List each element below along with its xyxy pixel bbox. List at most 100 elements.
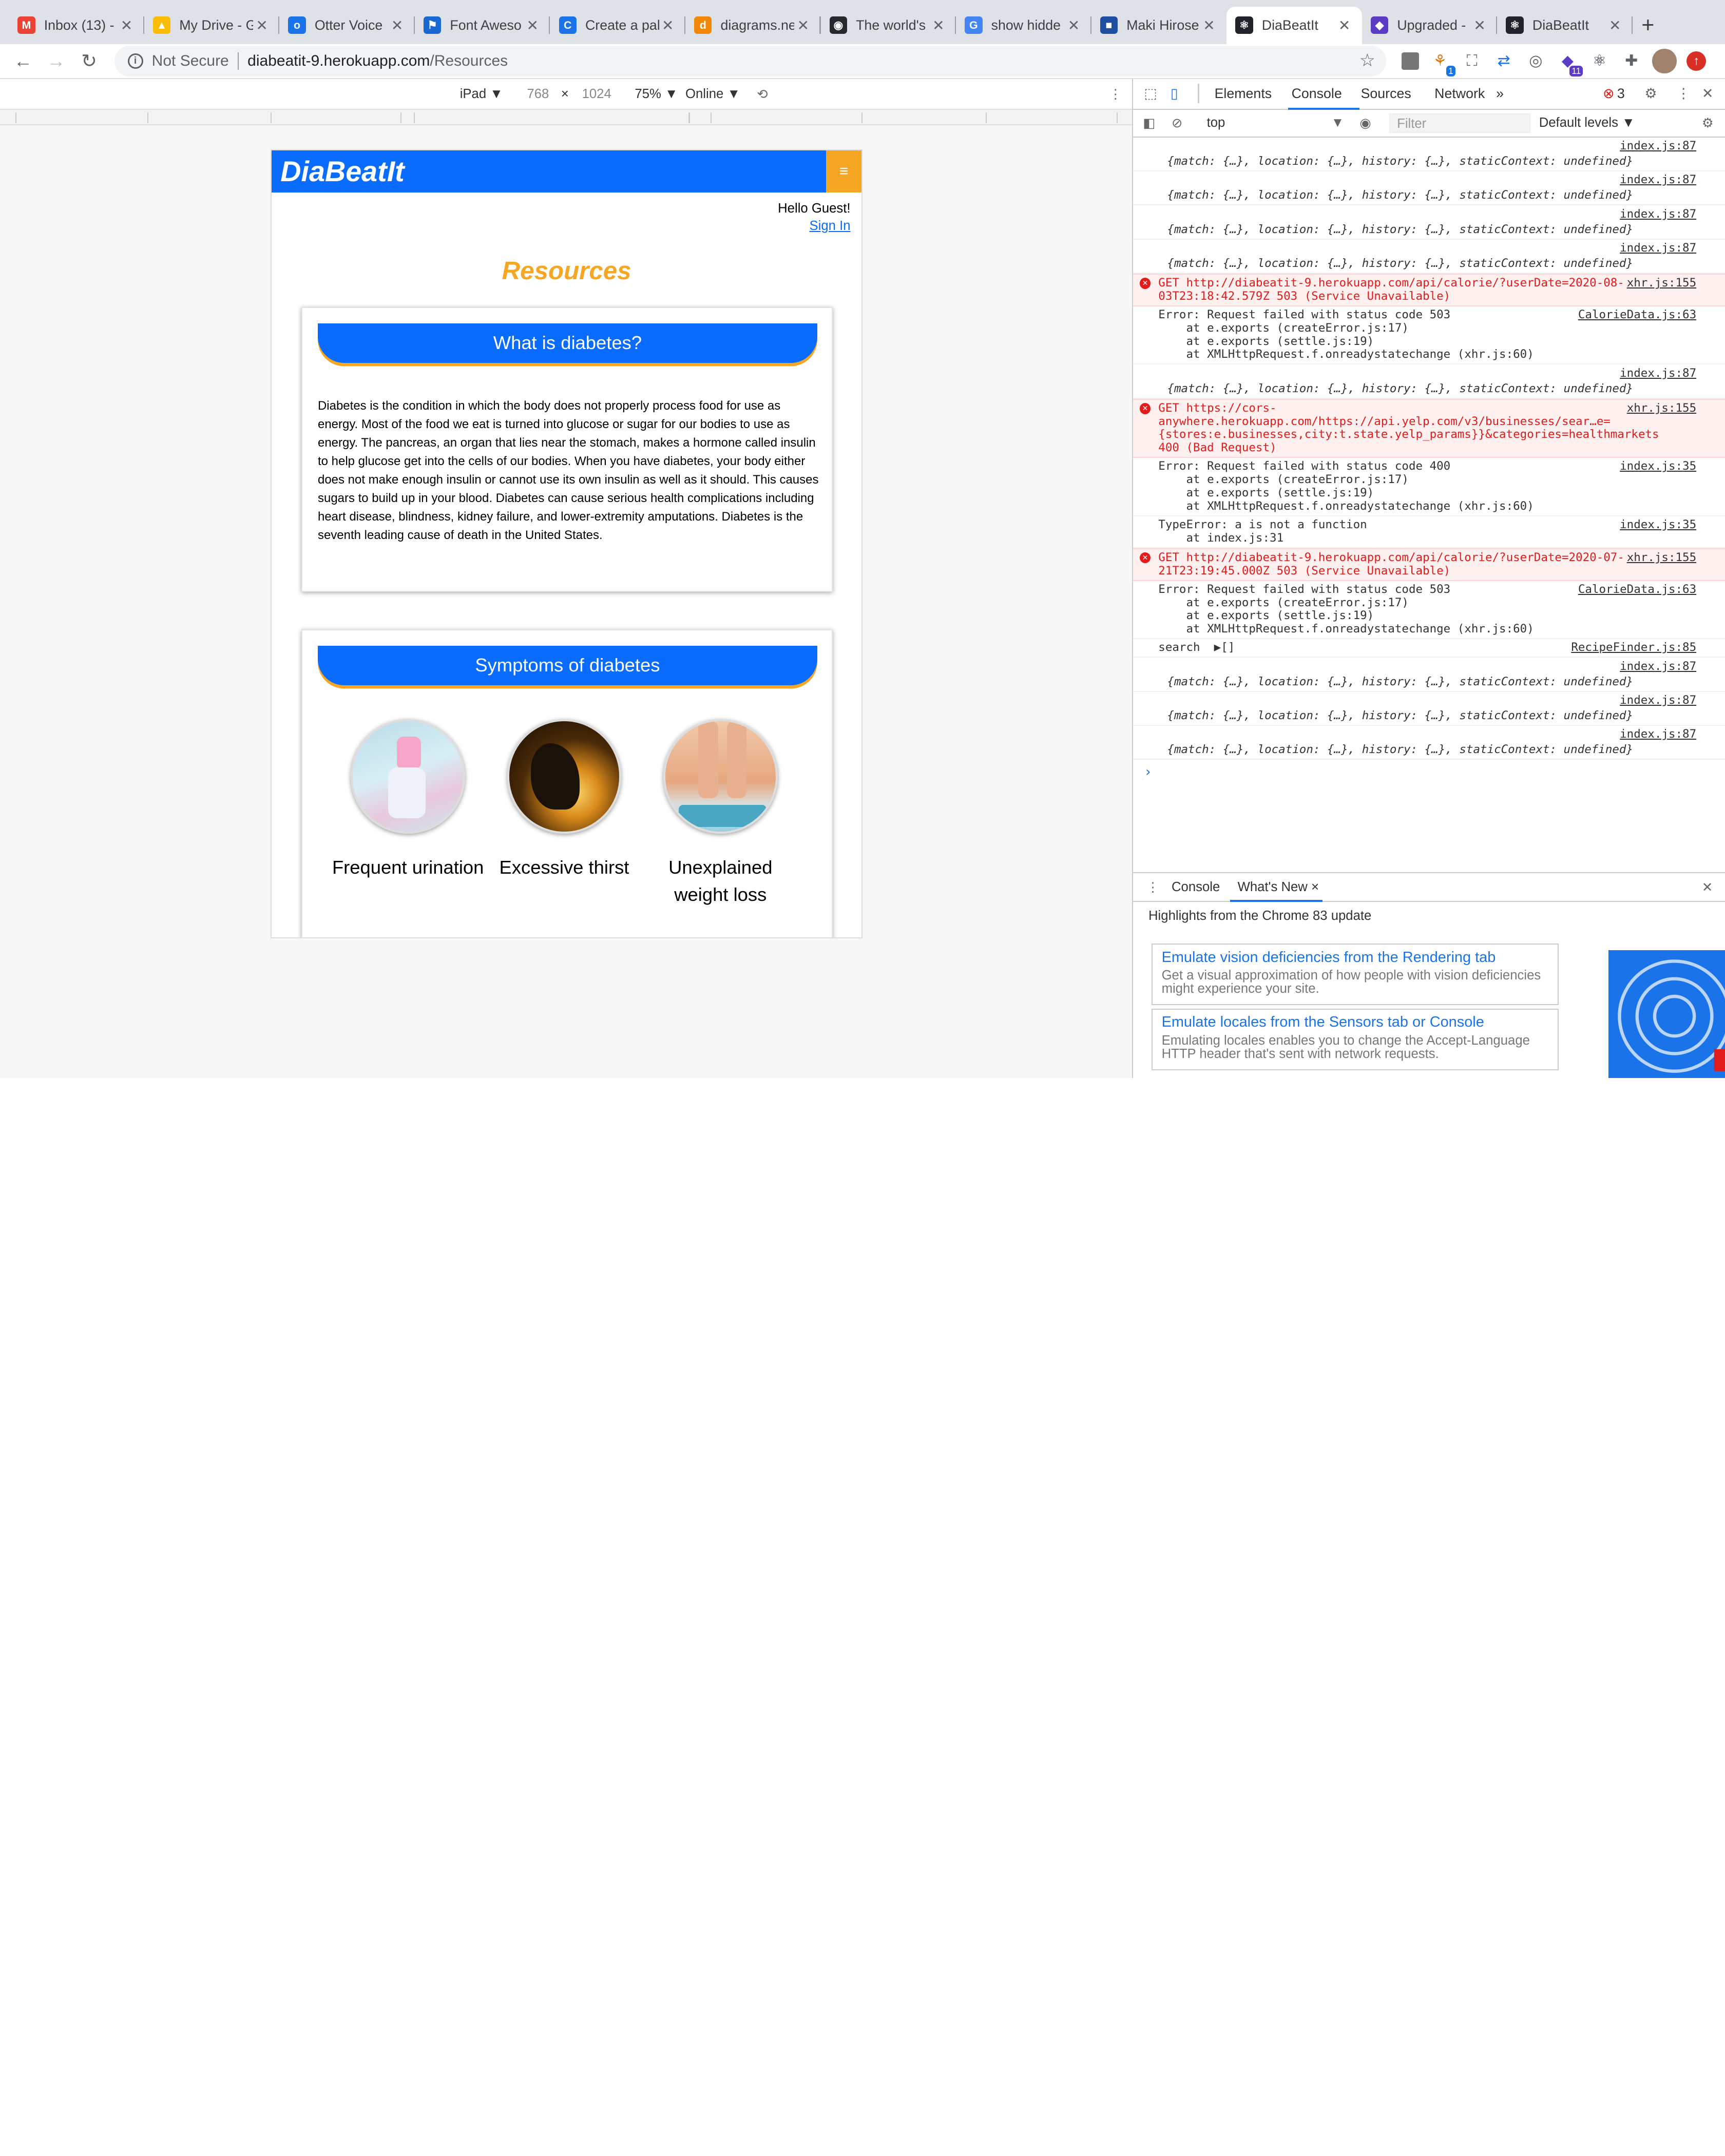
console-source-link[interactable]: xhr.js:155 bbox=[1627, 401, 1696, 415]
device-toolbar-toggle-icon[interactable]: ▯ bbox=[1171, 86, 1178, 102]
console-error-row[interactable]: ✕ xhr.js:155 GET http://diabeatit-9.heroku… bbox=[1133, 273, 1725, 306]
extension-share-icon[interactable]: ⚘ 1 bbox=[1429, 50, 1455, 76]
console-source-link[interactable]: index.js:35 bbox=[1620, 460, 1696, 473]
extension-icon[interactable] bbox=[1401, 52, 1420, 70]
whats-new-item[interactable]: Emulate locales from the Sensors tab or … bbox=[1152, 1008, 1559, 1070]
tab-sources[interactable]: Sources bbox=[1361, 86, 1411, 102]
settings-gear-icon[interactable]: ⚙ bbox=[1644, 86, 1657, 102]
avatar[interactable] bbox=[1652, 49, 1677, 73]
close-tab-icon[interactable]: ✕ bbox=[1065, 17, 1082, 34]
drawer-menu-icon[interactable]: ⋮ bbox=[1146, 880, 1160, 895]
sidebar-toggle-icon[interactable]: ◧ bbox=[1143, 116, 1155, 131]
console-log-row[interactable]: index.js:87 {match: {…}, location: {…}, h… bbox=[1133, 205, 1725, 240]
update-icon[interactable]: ↑ bbox=[1686, 51, 1707, 71]
console-log-row[interactable]: index.js:87 {match: {…}, location: {…}, h… bbox=[1133, 240, 1725, 274]
browser-tab[interactable]: C Create a pal ✕ bbox=[550, 7, 685, 44]
close-tab-icon[interactable]: ✕ bbox=[388, 17, 406, 34]
close-tab-icon[interactable]: ✕ bbox=[659, 17, 677, 34]
browser-tab[interactable]: ▲ My Drive - G ✕ bbox=[144, 7, 280, 44]
browser-tab[interactable]: ■ Maki Hirose ✕ bbox=[1091, 7, 1227, 44]
console-source-link[interactable]: xhr.js:155 bbox=[1627, 276, 1696, 290]
close-tab-icon[interactable]: ✕ bbox=[930, 17, 947, 34]
browser-tab[interactable]: ⚛ DiaBeatIt ✕ bbox=[1226, 6, 1362, 44]
media-query-ruler[interactable] bbox=[0, 110, 1132, 126]
network-select[interactable]: Online ▼ bbox=[685, 87, 740, 102]
error-count-icon[interactable]: ⊗ bbox=[1603, 86, 1614, 102]
log-levels-select[interactable]: Default levels ▼ bbox=[1539, 116, 1635, 130]
close-tab-icon[interactable]: ✕ bbox=[794, 17, 812, 34]
close-tab-icon[interactable]: ✕ bbox=[1335, 17, 1353, 34]
console-log-row[interactable]: index.js:87 {match: {…}, location: {…}, h… bbox=[1133, 138, 1725, 172]
bookmark-star-icon[interactable]: ☆ bbox=[1359, 50, 1375, 71]
browser-tab[interactable]: d diagrams.ne ✕ bbox=[685, 7, 821, 44]
inspect-element-icon[interactable]: ⬚ bbox=[1144, 86, 1157, 102]
console-log-row[interactable]: index.js:35 Error: Request failed with st… bbox=[1133, 458, 1725, 516]
browser-tab[interactable]: o Otter Voice ✕ bbox=[279, 7, 415, 44]
width-field[interactable]: 768 bbox=[527, 87, 549, 102]
console-log-row[interactable]: CalorieData.js:63 Error: Request failed w… bbox=[1133, 581, 1725, 639]
close-devtools-icon[interactable]: ✕ bbox=[1702, 86, 1713, 102]
console-source-link[interactable]: index.js:87 bbox=[1620, 241, 1696, 255]
whats-new-title[interactable]: Emulate locales from the Sensors tab or … bbox=[1162, 1014, 1549, 1031]
console-log-row[interactable]: index.js:87 {match: {…}, location: {…}, h… bbox=[1133, 726, 1725, 760]
back-icon[interactable]: ← bbox=[7, 45, 40, 78]
whats-new-title[interactable]: Emulate vision deficiencies from the Ren… bbox=[1162, 949, 1549, 966]
console-log-row[interactable]: index.js:87 {match: {…}, location: {…}, h… bbox=[1133, 171, 1725, 206]
close-tab-icon[interactable]: ✕ bbox=[1471, 17, 1488, 34]
close-tab-icon[interactable]: ✕ bbox=[253, 17, 271, 34]
console-source-link[interactable]: index.js:87 bbox=[1620, 139, 1696, 153]
console-source-link[interactable]: index.js:35 bbox=[1620, 518, 1696, 532]
browser-tab[interactable]: ⚑ Font Aweso ✕ bbox=[415, 7, 550, 44]
arrows-icon[interactable]: ⇄ bbox=[1493, 50, 1515, 72]
info-icon[interactable]: i bbox=[127, 53, 143, 69]
console-source-link[interactable]: index.js:87 bbox=[1620, 207, 1696, 221]
puzzle-icon[interactable]: ✚ bbox=[1620, 50, 1642, 72]
drawer-tab-console[interactable]: Console bbox=[1172, 880, 1220, 895]
close-drawer-icon[interactable]: ✕ bbox=[1702, 880, 1713, 895]
rotate-icon[interactable]: ⟲ bbox=[757, 87, 768, 102]
close-tab-icon[interactable]: ✕ bbox=[118, 17, 135, 34]
context-chevron-icon[interactable]: ▼ bbox=[1331, 116, 1344, 130]
browser-tab[interactable]: ⚛ DiaBeatIt ✕ bbox=[1497, 7, 1633, 44]
console-source-link[interactable]: index.js:87 bbox=[1620, 660, 1696, 673]
browser-tab[interactable]: M Inbox (13) - ✕ bbox=[9, 7, 144, 44]
more-tabs-icon[interactable]: » bbox=[1496, 86, 1504, 102]
console-source-link[interactable]: CalorieData.js:63 bbox=[1578, 583, 1696, 596]
console-error-row[interactable]: ✕ xhr.js:155 GET http://diabeatit-9.heroku… bbox=[1133, 548, 1725, 581]
browser-tab[interactable]: ◆ Upgraded - ✕ bbox=[1362, 7, 1498, 44]
console-error-row[interactable]: ✕ xhr.js:155 GET https://cors-anywhere.her… bbox=[1133, 398, 1725, 458]
close-tab-icon[interactable]: ✕ bbox=[1606, 17, 1623, 34]
console-filter-input[interactable]: Filter bbox=[1389, 113, 1530, 133]
console-output[interactable]: index.js:87 {match: {…}, location: {…}, h… bbox=[1133, 138, 1725, 871]
tab-network[interactable]: Network bbox=[1434, 86, 1485, 102]
browser-tab[interactable]: ◉ The world's ✕ bbox=[821, 7, 956, 44]
react-icon[interactable]: ⚛ bbox=[1588, 50, 1611, 72]
console-settings-gear-icon[interactable]: ⚙ bbox=[1702, 116, 1714, 131]
tab-elements[interactable]: Elements bbox=[1215, 86, 1272, 102]
circle-extension-icon[interactable]: ◎ bbox=[1525, 50, 1547, 72]
whats-new-item[interactable]: Emulate vision deficiencies from the Ren… bbox=[1152, 944, 1559, 1006]
close-tab-icon[interactable]: ✕ bbox=[524, 17, 541, 34]
graduation-icon[interactable]: ◆ 11 bbox=[1557, 50, 1583, 76]
forward-icon[interactable]: → bbox=[40, 45, 72, 78]
console-source-link[interactable]: xhr.js:155 bbox=[1627, 551, 1696, 565]
height-field[interactable]: 1024 bbox=[582, 87, 611, 102]
devtools-more-icon[interactable]: ⋮ bbox=[1677, 86, 1691, 102]
new-tab-icon[interactable]: + bbox=[1633, 7, 1663, 44]
console-source-link[interactable]: index.js:87 bbox=[1620, 367, 1696, 380]
console-log-row[interactable]: index.js:87 {match: {…}, location: {…}, h… bbox=[1133, 364, 1725, 399]
clear-console-icon[interactable]: ⊘ bbox=[1172, 116, 1183, 131]
tab-console[interactable]: Console bbox=[1292, 86, 1342, 102]
console-log-row[interactable]: index.js:87 {match: {…}, location: {…}, h… bbox=[1133, 692, 1725, 726]
sign-in-link[interactable]: Sign In bbox=[810, 219, 851, 234]
app-logo[interactable]: DiaBeatIt bbox=[280, 155, 404, 188]
console-source-link[interactable]: RecipeFinder.js:85 bbox=[1571, 641, 1696, 654]
more-options-icon[interactable]: ⋮ bbox=[1109, 87, 1122, 102]
reload-icon[interactable]: ↻ bbox=[72, 45, 105, 78]
browser-tab[interactable]: Gshow hidde ✕ bbox=[956, 7, 1091, 44]
drawer-tab-whats-new[interactable]: What's New × bbox=[1238, 880, 1319, 895]
console-log-row[interactable]: index.js:35 TypeError: a is not a functio… bbox=[1133, 516, 1725, 548]
zoom-select[interactable]: 75% ▼ bbox=[635, 87, 678, 102]
device-select[interactable]: iPad ▼ bbox=[460, 87, 503, 102]
screenshot-icon[interactable]: ⛶ bbox=[1461, 50, 1483, 72]
